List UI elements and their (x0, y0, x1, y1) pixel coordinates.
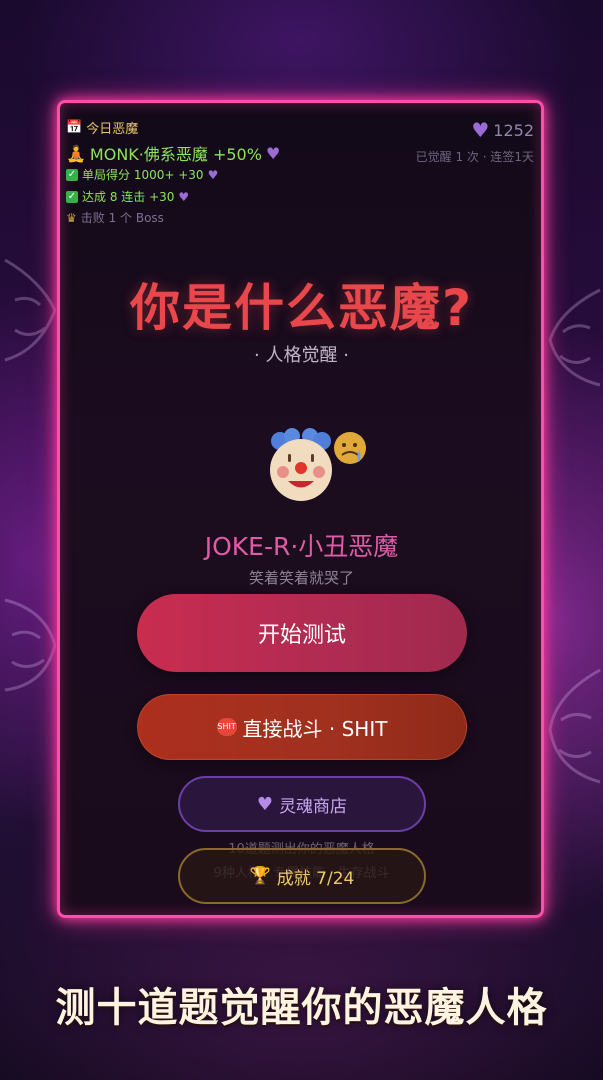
soul-counter: ♥ 1252 (471, 118, 534, 142)
crying-face-icon (334, 432, 366, 464)
achievements-label: 成就 7/24 (276, 868, 355, 889)
daily-devil-label: MONK·佛系恶魔 +50% (89, 145, 262, 164)
clown-face-icon (270, 428, 332, 501)
mission-item: ✓ 达成 8 连击 +30 ♥ (66, 188, 189, 205)
soul-heart-icon: ♥ (207, 167, 219, 182)
soul-heart-icon: ♥ (178, 189, 190, 204)
check-icon: ✓ (66, 168, 78, 181)
soul-heart-icon: ♥ (471, 118, 490, 142)
mission-label: 单局得分 1000+ +30 (82, 168, 204, 182)
soul-heart-icon: ♥ (256, 793, 274, 815)
crown-icon: ♛ (66, 210, 77, 225)
soul-heart-icon: ♥ (265, 143, 281, 163)
demon-mask-right-bottom (548, 668, 601, 784)
daily-devil-header: 📅 今日恶魔 (66, 118, 138, 137)
daily-devil-bonus: 🧘 MONK·佛系恶魔 +50% ♥ (66, 141, 280, 165)
promo-banner: 测十道题觉醒你的恶魔人格 (55, 985, 548, 1031)
page-title: 你是什么恶魔? (129, 279, 473, 337)
page-subtitle: · 人格觉醒 · (254, 345, 349, 366)
soul-shop-label: 灵魂商店 (279, 796, 348, 817)
monk-icon: 🧘 (66, 143, 86, 163)
awaken-streak: 已觉醒 1 次 · 连签1天 (415, 150, 534, 164)
mission-item: ✓ 单局得分 1000+ +30 ♥ (66, 166, 218, 183)
persona-tagline: 笑着笑着就哭了 (248, 569, 354, 587)
demon-mask-left-bottom (4, 598, 57, 692)
direct-fight-button[interactable]: SHIT 直接战斗 · SHIT (137, 694, 467, 760)
check-icon: ✓ (66, 190, 78, 203)
shit-badge-icon: SHIT (216, 718, 237, 736)
soul-count: 1252 (493, 120, 534, 140)
daily-header-label: 今日恶魔 (86, 122, 139, 137)
mission-label: 击败 1 个 Boss (80, 211, 164, 225)
achievements-button[interactable]: 🏆 成就 7/24 (178, 848, 426, 904)
trophy-icon: 🏆 (249, 866, 271, 886)
persona-name: JOKE-R·小丑恶魔 (204, 532, 399, 561)
start-test-button[interactable]: 开始测试 (137, 594, 467, 672)
direct-fight-label: 直接战斗 · SHIT (242, 716, 388, 741)
calendar-icon: 📅 (66, 120, 83, 135)
start-test-label: 开始测试 (257, 623, 346, 648)
mission-item: ♛ 击败 1 个 Boss (66, 209, 164, 226)
mission-label: 达成 8 连击 +30 (82, 190, 175, 204)
soul-shop-button[interactable]: ♥ 灵魂商店 (178, 776, 426, 832)
